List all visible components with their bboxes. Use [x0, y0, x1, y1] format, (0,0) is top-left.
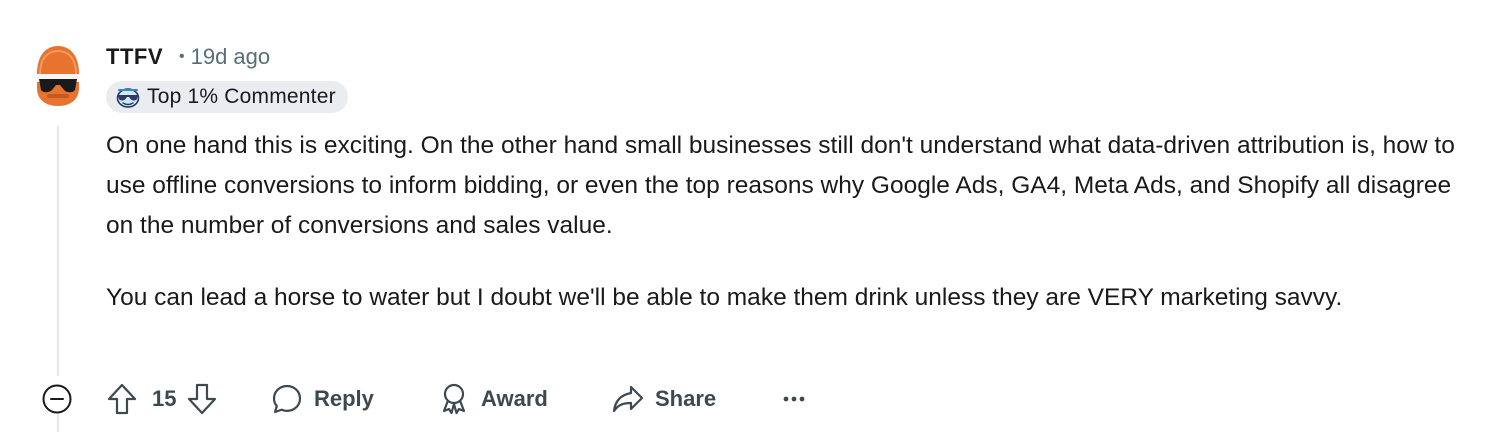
reply-label: Reply — [314, 386, 374, 411]
upvote-button[interactable] — [104, 381, 140, 417]
ellipsis-icon — [783, 396, 805, 402]
comment-body: On one hand this is exciting. On the oth… — [106, 126, 1476, 350]
arrow-down-icon — [188, 383, 217, 415]
minus-circle-icon — [42, 384, 72, 414]
sunglasses-emoji-icon — [116, 86, 140, 108]
share-label: Share — [655, 386, 717, 411]
award-button[interactable]: Award — [437, 380, 548, 418]
comment-action-bar: 15 Reply Award Share — [0, 376, 1508, 422]
share-arrow-icon — [611, 382, 645, 416]
thread-line[interactable] — [57, 126, 59, 376]
meta-separator: • — [179, 48, 185, 65]
more-options-button[interactable] — [778, 384, 810, 414]
reply-button[interactable]: Reply — [270, 380, 374, 418]
speech-bubble-icon — [270, 382, 304, 416]
user-flair: Top 1% Commenter — [106, 81, 348, 113]
downvote-button[interactable] — [184, 381, 220, 417]
award-ribbon-icon — [437, 382, 471, 416]
vote-controls: 15 — [104, 380, 220, 418]
timestamp[interactable]: 19d ago — [191, 44, 271, 70]
share-button[interactable]: Share — [611, 380, 716, 418]
comment-paragraph: On one hand this is exciting. On the oth… — [106, 132, 1455, 239]
comment-paragraph: You can lead a horse to water but I doub… — [106, 284, 1343, 311]
arrow-up-icon — [107, 383, 137, 415]
snoo-avatar-icon — [37, 46, 79, 106]
username[interactable]: TTFV — [106, 44, 163, 70]
flair-label: Top 1% Commenter — [147, 85, 336, 108]
avatar[interactable] — [33, 44, 83, 108]
vote-count: 15 — [152, 386, 177, 411]
collapse-thread-button[interactable] — [41, 383, 73, 415]
award-label: Award — [481, 386, 548, 411]
comment-meta: TTFV • 19d ago — [106, 42, 270, 72]
